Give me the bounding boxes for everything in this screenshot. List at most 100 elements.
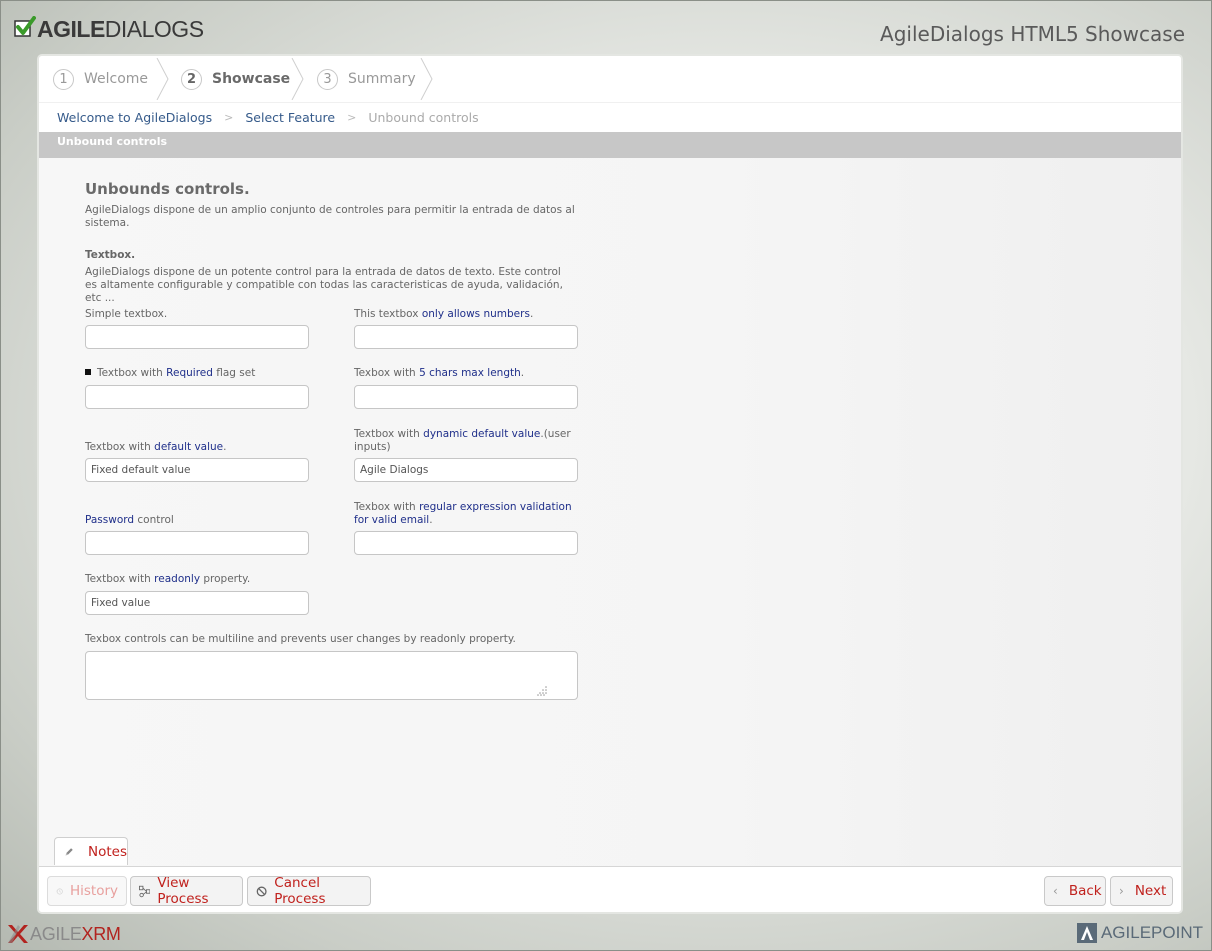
- default-value-textbox[interactable]: [85, 458, 309, 482]
- label-highlight: Required: [166, 367, 213, 379]
- form-title: Unbounds controls.: [85, 180, 250, 198]
- required-textbox[interactable]: [85, 385, 309, 409]
- step-number: 1: [53, 68, 74, 90]
- textbox-heading: Textbox.: [85, 249, 136, 261]
- password-label: Password control: [85, 514, 315, 527]
- pencil-icon: [65, 847, 73, 855]
- label-text: flag set: [212, 367, 256, 379]
- step-number: 2: [181, 68, 202, 90]
- notes-label: Notes: [88, 843, 127, 860]
- multiline-textarea[interactable]: [85, 651, 578, 700]
- next-label: Next: [1134, 883, 1167, 899]
- label-text: Textbox with: [97, 367, 167, 379]
- step-showcase[interactable]: 2 Showcase: [181, 56, 290, 102]
- breadcrumb-select-feature[interactable]: Select Feature: [245, 110, 335, 125]
- resize-grip-icon[interactable]: [537, 686, 547, 696]
- xrm-logo-xrm: XRM: [81, 923, 121, 944]
- label-text: This textbox: [354, 308, 422, 320]
- step-label: Summary: [348, 71, 416, 87]
- simple-textbox[interactable]: [85, 325, 309, 349]
- label-text: Textbox with: [85, 573, 155, 585]
- back-button[interactable]: ‹ Back: [1044, 876, 1106, 906]
- label-text: Texbox with: [354, 501, 420, 513]
- label-text: property.: [200, 573, 251, 585]
- app-title: AgileDialogs HTML5 Showcase: [880, 22, 1185, 46]
- breadcrumb-separator: >: [347, 111, 357, 124]
- textbox-description: AgileDialogs dispone de un potente contr…: [85, 266, 563, 304]
- back-label: Back: [1068, 883, 1102, 899]
- view-process-button[interactable]: View Process: [130, 875, 243, 907]
- step-label: Showcase: [212, 71, 291, 87]
- logo-agile-text: AGILE: [37, 15, 105, 42]
- simple-textbox-label: Simple textbox.: [85, 308, 168, 320]
- required-marker: [85, 369, 91, 375]
- form-description: AgileDialogs dispone de un amplio conjun…: [85, 204, 575, 229]
- readonly-textbox-label: Textbox with readonly property.: [85, 573, 315, 586]
- password-field[interactable]: [85, 531, 309, 555]
- required-textbox-label: Textbox with Required flag set: [85, 367, 315, 380]
- breadcrumb-current: Unbound controls: [368, 110, 479, 125]
- step-summary[interactable]: 3 Summary: [317, 56, 416, 102]
- step-welcome[interactable]: 1 Welcome: [53, 56, 148, 102]
- maxlength-textbox-label: Texbox with 5 chars max length.: [354, 367, 584, 380]
- dynamic-default-textbox[interactable]: [354, 458, 578, 482]
- numbers-textbox[interactable]: [354, 325, 578, 349]
- logo-dialogs-text: DIALOGS: [104, 15, 204, 42]
- main-panel: 1 Welcome 2 Showcase 3 Summary Welcome t…: [37, 54, 1183, 914]
- label-text: Textbox with: [354, 428, 424, 440]
- process-flow-icon: [139, 885, 151, 897]
- label-text: .: [223, 441, 227, 453]
- label-highlight: default value: [154, 441, 224, 453]
- view-process-label: View Process: [157, 875, 209, 907]
- label-text: .: [429, 514, 433, 526]
- step-separator: [420, 58, 433, 100]
- step-separator: [156, 58, 169, 100]
- readonly-textbox[interactable]: [85, 591, 309, 615]
- regex-textbox-label: Texbox with regular expression validatio…: [354, 501, 578, 527]
- history-button[interactable]: History: [47, 876, 127, 906]
- email-regex-textbox[interactable]: [354, 531, 578, 555]
- step-label: Welcome: [84, 71, 149, 87]
- label-highlight: 5 chars max length: [419, 367, 521, 379]
- label-highlight: only allows numbers: [421, 308, 530, 320]
- step-number: 3: [317, 68, 338, 90]
- agilepoint-logo: AGILEPOINT: [1076, 922, 1203, 944]
- section-header: Unbound controls: [39, 132, 1181, 158]
- cancel-process-button[interactable]: Cancel Process: [247, 875, 371, 907]
- label-text: .: [520, 367, 525, 379]
- default-textbox-label: Textbox with default value.: [85, 441, 315, 454]
- label-highlight: dynamic default value: [423, 428, 541, 440]
- label-text: .: [529, 308, 534, 320]
- numbers-textbox-label: This textbox only allows numbers.: [354, 308, 584, 321]
- label-text: Textbox with: [85, 441, 155, 453]
- chevron-right-icon: ›: [1119, 884, 1124, 898]
- cancel-process-label: Cancel Process: [274, 875, 326, 907]
- history-label: History: [69, 883, 118, 899]
- checkmark-icon: [14, 16, 36, 37]
- form-content: Unbounds controls. AgileDialogs dispone …: [39, 158, 1181, 866]
- chevron-left-icon: ‹: [1053, 884, 1058, 898]
- footer-toolbar: History View Process Cancel Process ‹ Ba…: [39, 866, 1181, 912]
- maxlength-textbox[interactable]: [354, 385, 578, 409]
- agilepoint-text: AGILEPOINT: [1100, 923, 1203, 942]
- step-separator: [291, 58, 304, 100]
- dynamic-textbox-label: Textbox with dynamic default value.(user…: [354, 428, 578, 454]
- notes-button[interactable]: Notes: [54, 837, 128, 865]
- cancel-icon: [256, 886, 267, 896]
- wizard-steps: 1 Welcome 2 Showcase 3 Summary: [39, 56, 1181, 102]
- agilepoint-mark-icon: [1076, 923, 1097, 943]
- label-highlight: readonly: [154, 573, 201, 585]
- agilexrm-mark-icon: [8, 925, 28, 943]
- label-highlight: Password: [85, 514, 135, 526]
- breadcrumb-separator: >: [224, 111, 234, 124]
- label-text: control: [134, 514, 174, 526]
- multiline-label: Texbox controls can be multiline and pre…: [85, 633, 516, 645]
- agilexrm-logo: AGILE XRM: [6, 923, 121, 945]
- label-text: Texbox with: [354, 367, 420, 379]
- breadcrumb-welcome[interactable]: Welcome to AgileDialogs: [57, 110, 212, 125]
- agiledialogs-logo: AGILE DIALOGS: [14, 16, 204, 42]
- xrm-logo-agile: AGILE: [30, 923, 82, 944]
- history-icon: [56, 887, 63, 895]
- breadcrumb: Welcome to AgileDialogs > Select Feature…: [39, 102, 1181, 132]
- next-button[interactable]: › Next: [1110, 876, 1173, 906]
